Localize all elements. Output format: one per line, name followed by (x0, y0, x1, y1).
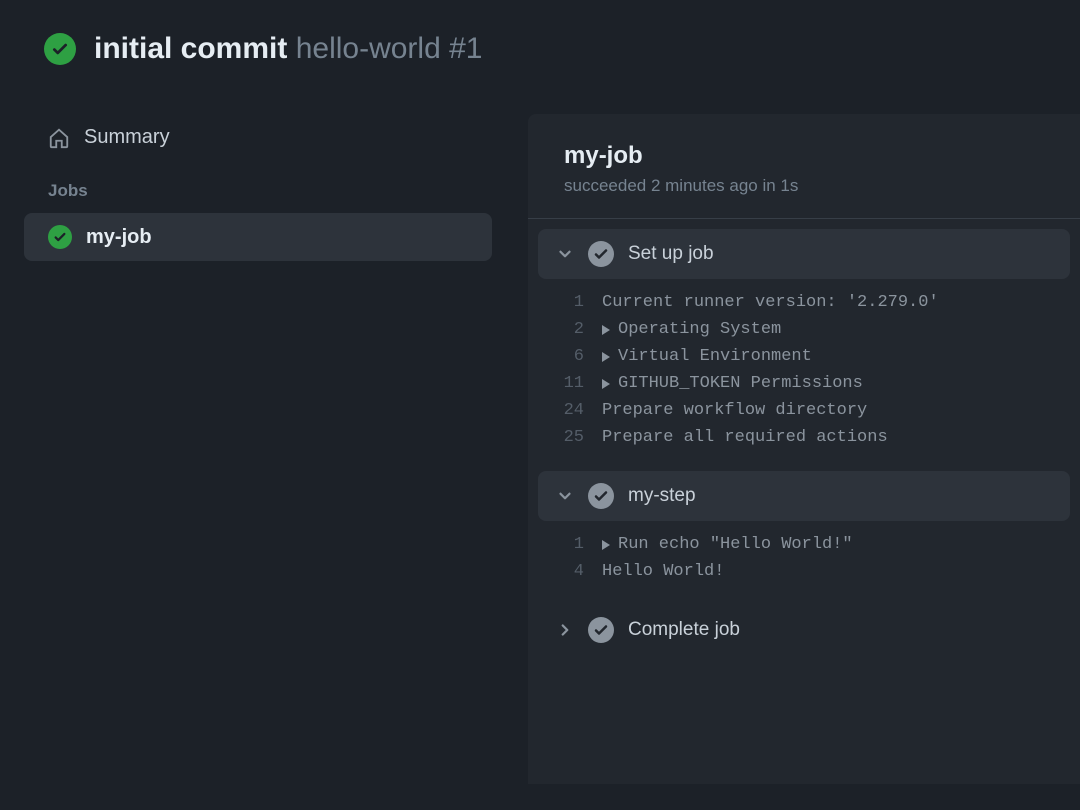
line-number: 6 (528, 347, 602, 366)
status-done-icon (588, 617, 614, 643)
job-title: my-job (564, 142, 1044, 170)
chevron-right-icon (556, 621, 574, 639)
page-title: initial commit hello-world #1 (94, 32, 482, 66)
status-done-icon (588, 483, 614, 509)
step-row[interactable]: my-step (538, 471, 1070, 521)
check-icon (593, 246, 609, 262)
log-line: 4Hello World! (528, 558, 1080, 585)
disclosure-icon (602, 325, 610, 335)
log-text: Prepare workflow directory (602, 401, 867, 420)
main-panel: my-job succeeded 2 minutes ago in 1s Set… (528, 114, 1080, 784)
check-icon (593, 622, 609, 638)
disclosure-icon (602, 379, 610, 389)
check-icon (51, 40, 69, 58)
sidebar-item-label: my-job (86, 226, 152, 249)
log-block: 1Run echo "Hello World!"4Hello World! (528, 521, 1080, 595)
line-number: 4 (528, 562, 602, 581)
check-icon (53, 230, 67, 244)
step-row[interactable]: Set up job (538, 229, 1070, 279)
chevron-down-icon (556, 245, 574, 263)
log-line: 1Current runner version: '2.279.0' (528, 289, 1080, 316)
step-row[interactable]: Complete job (538, 605, 1070, 655)
line-number: 11 (528, 374, 602, 393)
line-number: 25 (528, 428, 602, 447)
commit-title: initial commit (94, 32, 287, 65)
line-number: 2 (528, 320, 602, 339)
home-icon (48, 127, 70, 149)
log-line[interactable]: 2Operating System (528, 316, 1080, 343)
disclosure-icon (602, 540, 610, 550)
log-text: Operating System (602, 320, 781, 339)
page-header: initial commit hello-world #1 (0, 0, 1080, 66)
sidebar-jobs-heading: Jobs (24, 161, 492, 213)
log-text: Virtual Environment (602, 347, 812, 366)
sidebar: Summary Jobs my-job (0, 114, 492, 784)
log-text: Current runner version: '2.279.0' (602, 293, 939, 312)
layout: Summary Jobs my-job my-job succeeded 2 m… (0, 114, 1080, 784)
job-subtitle: succeeded 2 minutes ago in 1s (564, 176, 1044, 196)
log-line[interactable]: 6Virtual Environment (528, 343, 1080, 370)
step-label: Set up job (628, 243, 714, 265)
log-block: 1Current runner version: '2.279.0'2Opera… (528, 279, 1080, 461)
log-text: Hello World! (602, 562, 724, 581)
check-icon (593, 488, 609, 504)
log-text: Run echo "Hello World!" (602, 535, 853, 554)
workflow-run-id: hello-world #1 (296, 32, 483, 65)
line-number: 1 (528, 293, 602, 312)
disclosure-icon (602, 352, 610, 362)
log-line[interactable]: 1Run echo "Hello World!" (528, 531, 1080, 558)
log-line: 24Prepare workflow directory (528, 397, 1080, 424)
status-success-icon (48, 225, 72, 249)
sidebar-item-job[interactable]: my-job (24, 213, 492, 261)
step-label: my-step (628, 485, 696, 507)
line-number: 1 (528, 535, 602, 554)
log-line: 25Prepare all required actions (528, 424, 1080, 451)
chevron-down-icon (556, 487, 574, 505)
status-done-icon (588, 241, 614, 267)
log-text: GITHUB_TOKEN Permissions (602, 374, 863, 393)
steps-container: Set up job1Current runner version: '2.27… (528, 229, 1080, 655)
log-line[interactable]: 11GITHUB_TOKEN Permissions (528, 370, 1080, 397)
job-header: my-job succeeded 2 minutes ago in 1s (528, 114, 1080, 219)
line-number: 24 (528, 401, 602, 420)
sidebar-item-label: Summary (84, 126, 170, 149)
log-text: Prepare all required actions (602, 428, 888, 447)
status-success-icon (44, 33, 76, 65)
sidebar-item-summary[interactable]: Summary (24, 114, 492, 161)
step-label: Complete job (628, 619, 740, 641)
